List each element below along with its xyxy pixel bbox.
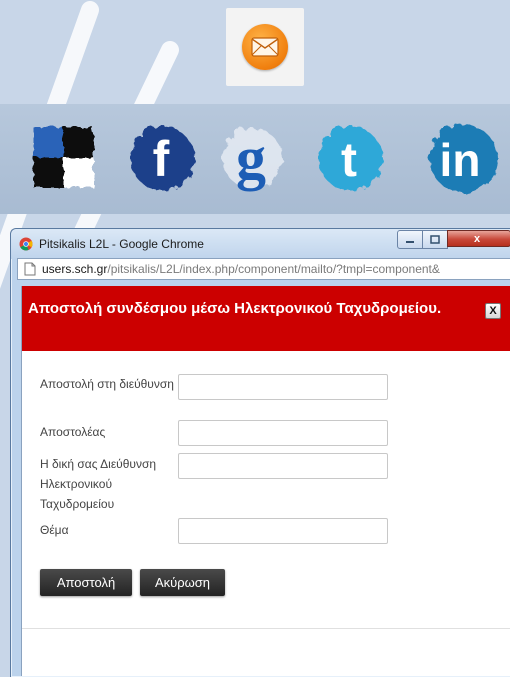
svg-text:in: in xyxy=(440,134,481,186)
url-text: users.sch.gr/pitsikalis/L2L/index.php/co… xyxy=(42,262,440,276)
delicious-icon[interactable] xyxy=(20,112,106,198)
url-host: users.sch.gr xyxy=(42,262,108,276)
google-icon[interactable]: g xyxy=(208,112,294,198)
twitter-icon[interactable]: t xyxy=(306,112,392,198)
svg-text:t: t xyxy=(341,134,357,187)
svg-text:g: g xyxy=(236,125,266,191)
maximize-button[interactable] xyxy=(422,230,448,249)
modal-header: Αποστολή συνδέσμου μέσω Ηλεκτρονικού Ταχ… xyxy=(22,286,510,351)
mail-envelope-icon xyxy=(242,24,288,70)
modal-close-button[interactable]: X xyxy=(485,303,501,319)
minimize-button[interactable] xyxy=(397,230,423,249)
chrome-logo-icon xyxy=(19,237,33,251)
close-window-button[interactable]: x xyxy=(447,230,510,247)
svg-text:f: f xyxy=(153,131,170,187)
mailto-label: Αποστολή στη διεύθυνση xyxy=(40,377,174,391)
window-titlebar[interactable]: Pitsikalis L2L - Google Chrome x xyxy=(11,229,510,259)
subject-label: Θέμα xyxy=(40,523,69,537)
subject-input[interactable] xyxy=(178,518,388,544)
page-icon xyxy=(24,262,36,276)
mailto-input[interactable] xyxy=(178,374,388,400)
page-content: Αποστολή συνδέσμου μέσω Ηλεκτρονικού Ταχ… xyxy=(21,286,510,676)
send-button[interactable]: Αποστολή xyxy=(40,569,132,596)
email-share-button[interactable] xyxy=(226,8,304,86)
maximize-icon xyxy=(430,235,440,244)
cancel-button[interactable]: Ακύρωση xyxy=(140,569,225,596)
facebook-icon[interactable]: f xyxy=(118,112,204,198)
sender-label: Αποστολέας xyxy=(40,425,106,439)
address-bar[interactable]: users.sch.gr/pitsikalis/L2L/index.php/co… xyxy=(17,258,510,280)
minimize-icon xyxy=(406,240,414,243)
close-icon: x xyxy=(474,232,481,245)
your-email-input[interactable] xyxy=(178,453,388,479)
modal-title: Αποστολή συνδέσμου μέσω Ηλεκτρονικού Ταχ… xyxy=(28,300,442,317)
url-path: /pitsikalis/L2L/index.php/component/mail… xyxy=(107,262,440,276)
sender-input[interactable] xyxy=(178,420,388,446)
linkedin-icon[interactable]: in xyxy=(414,112,500,198)
your-email-label: Η δική σας Διεύθυνση Ηλεκτρονικού Ταχυδρ… xyxy=(40,457,157,511)
browser-popup-window: Pitsikalis L2L - Google Chrome x users.s… xyxy=(10,228,510,677)
window-title: Pitsikalis L2L - Google Chrome xyxy=(39,237,204,251)
page-divider xyxy=(22,628,510,629)
